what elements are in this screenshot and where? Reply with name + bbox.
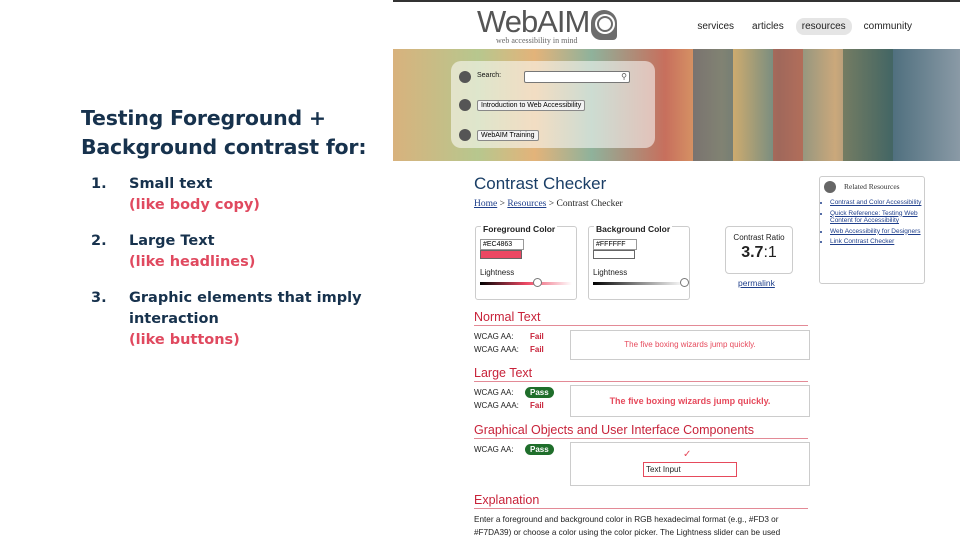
related-link[interactable]: Web Accessibility for Designers [830,228,924,236]
wcag-aaa-label: WCAG AAA: [474,345,519,354]
background-lightness-label: Lightness [593,268,628,277]
foreground-color-panel: Foreground Color #EC4863 Lightness [475,224,577,300]
breadcrumb: Home > Resources > Contrast Checker [474,199,623,209]
foreground-color-picker[interactable] [480,250,522,259]
background-label: Background Color [594,224,673,234]
list-subtext: (like headlines) [129,254,256,270]
breadcrumb-home[interactable]: Home [474,199,497,209]
breadcrumb-resources[interactable]: Resources [507,199,546,209]
background-slider-handle[interactable] [680,278,689,287]
related-resources-icon [824,181,836,193]
nav-services[interactable]: services [691,18,740,35]
nav-community[interactable]: community [858,18,918,35]
info-icon [459,99,471,111]
foreground-label: Foreground Color [481,224,558,234]
permalink-link[interactable]: permalink [738,278,775,288]
normal-text-sample: The five boxing wizards jump quickly. [570,330,810,360]
background-lightness-slider[interactable] [593,282,685,285]
related-link[interactable]: Quick Reference: Testing Web Content for… [830,210,924,225]
foreground-lightness-slider[interactable] [480,282,572,285]
checkmark-icon: ✓ [683,449,692,460]
breadcrumb-sep: > [546,199,557,209]
related-link[interactable]: Link Contrast Checker [830,238,924,246]
search-icon [459,71,471,83]
training-icon [459,129,471,141]
status-badge: Fail [530,332,544,341]
normal-aaa-row: WCAG AAA: Fail [474,345,564,355]
list-text: Small text [129,176,213,192]
related-link[interactable]: Contrast and Color Accessibility [830,199,924,207]
explanation-heading: Explanation [474,493,808,509]
search-input[interactable]: ⚲ [524,71,630,83]
magnifier-icon[interactable]: ⚲ [621,72,627,82]
large-text-sample: The five boxing wizards jump quickly. [570,385,810,417]
foreground-lightness-label: Lightness [480,268,515,277]
search-panel: Search: ⚲ Introduction to Web Accessibil… [451,61,655,148]
status-badge: Pass [525,387,554,398]
list-number: 1. [91,176,107,192]
list-item: 1. Small text (like body copy) [91,174,381,216]
logo-tagline: web accessibility in mind [496,36,578,45]
status-badge: Fail [530,345,544,354]
list-item: 2. Large Text (like headlines) [91,231,381,273]
webaim-logo[interactable]: WebAIM web accessibility in mind [477,4,617,46]
page-title: Contrast Checker [474,174,607,193]
status-badge: Fail [530,401,544,410]
nav-articles[interactable]: articles [746,18,790,35]
breadcrumb-current: Contrast Checker [556,199,623,209]
list-number: 3. [91,290,107,306]
normal-aa-row: WCAG AA: Fail [474,332,564,342]
background-hex-input[interactable]: #FFFFFF [593,239,637,250]
intro-link[interactable]: Introduction to Web Accessibility [477,100,586,111]
logo-word: WebAIM [477,4,590,39]
wcag-aa-label: WCAG AA: [474,332,514,341]
related-resources-list: Contrast and Color Accessibility Quick R… [822,199,924,249]
contrast-ratio-value: 3.7:1 [726,244,792,262]
criteria-list: 1. Small text (like body copy) 2. Large … [91,174,381,366]
banner-stripe [693,49,733,161]
large-aa-row: WCAG AA: Pass [474,387,564,398]
normal-text-heading: Normal Text [474,310,808,326]
list-text: Graphic elements that imply interaction [129,290,362,327]
list-number: 2. [91,233,107,249]
training-link[interactable]: WebAIM Training [477,130,539,141]
contrast-ratio-number: 3.7 [741,244,764,261]
foreground-hex-input[interactable]: #EC4863 [480,239,524,250]
hero-banner: Search: ⚲ Introduction to Web Accessibil… [393,49,960,161]
large-aaa-row: WCAG AAA: Fail [474,401,564,411]
search-label: Search: [477,72,502,79]
graphical-objects-heading: Graphical Objects and User Interface Com… [474,423,808,439]
top-nav: services articles resources community [685,18,918,35]
background-color-picker[interactable] [593,250,635,259]
contrast-ratio-label: Contrast Ratio [733,233,785,242]
list-item: 3. Graphic elements that imply interacti… [91,288,381,351]
wcag-aaa-label: WCAG AAA: [474,401,519,410]
related-resources-panel: Related Resources Contrast and Color Acc… [819,176,925,284]
wcag-aa-label: WCAG AA: [474,445,514,454]
banner-stripe [773,49,803,161]
graphical-aa-row: WCAG AA: Pass [474,444,564,455]
top-border [393,0,960,2]
background-color-panel: Background Color #FFFFFF Lightness [588,224,690,300]
contrast-ratio-box: Contrast Ratio 3.7:1 [725,226,793,274]
slide-title: Testing Foreground + Background contrast… [81,106,367,159]
contrast-checker-screenshot: WebAIM web accessibility in mind service… [393,0,960,540]
gear-icon [597,16,613,32]
contrast-ratio-suffix: :1 [763,244,777,261]
list-subtext: (like body copy) [129,197,260,213]
list-text: Large Text [129,233,215,249]
related-resources-heading: Related Resources [844,182,900,191]
explanation-text: Enter a foreground and background color … [474,515,781,537]
large-text-heading: Large Text [474,366,808,382]
sample-text-input[interactable]: Text Input [643,462,737,477]
list-subtext: (like buttons) [129,332,240,348]
breadcrumb-sep: > [497,199,508,209]
wcag-aa-label: WCAG AA: [474,388,514,397]
banner-stripe [843,49,893,161]
nav-resources[interactable]: resources [795,18,852,35]
foreground-slider-handle[interactable] [533,278,542,287]
status-badge: Pass [525,444,554,455]
